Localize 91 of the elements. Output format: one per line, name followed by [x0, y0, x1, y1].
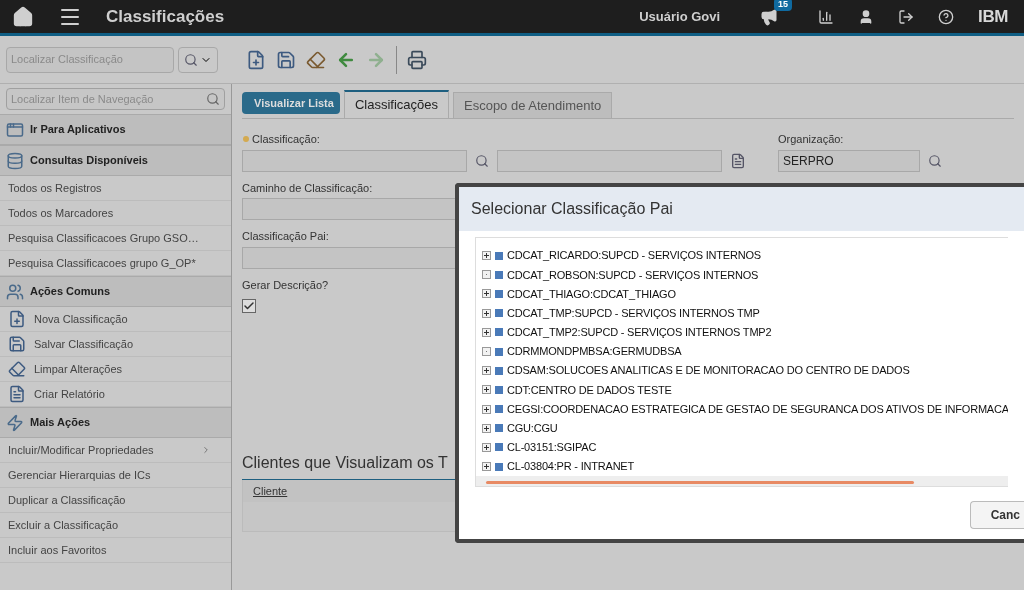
back-to-list-button[interactable]: Visualizar Lista	[242, 92, 340, 114]
printer-icon[interactable]	[407, 49, 427, 70]
page-title: Classificações	[106, 5, 225, 28]
sidebar-item[interactable]: Todos os Registros	[0, 176, 231, 201]
tree-item[interactable]: CDSAM:SOLUCOES ANALITICAS E DE MONITORACAO DO CENTRO DE DADOS	[507, 362, 910, 379]
search-dropdown[interactable]	[178, 46, 218, 73]
sidebar-item[interactable]: Nova Classificação	[0, 307, 231, 332]
folder-icon	[495, 366, 503, 375]
window-icon	[6, 120, 24, 139]
folder-icon	[495, 405, 503, 414]
folder-icon	[495, 270, 503, 279]
save-icon[interactable]	[276, 49, 296, 70]
folder-icon	[495, 443, 503, 452]
help-icon[interactable]	[938, 8, 955, 25]
search-icon[interactable]	[475, 153, 489, 168]
report-icon	[8, 385, 26, 403]
folder-icon	[495, 462, 503, 471]
tree-item[interactable]: CDCAT_TMP2:SUPCD - SERVIÇOS INTERNOS TMP2	[507, 324, 772, 341]
new-document-icon[interactable]	[246, 49, 266, 70]
sidebar-item[interactable]: Incluir/Modificar Propriedades	[0, 438, 231, 463]
search-icon	[184, 52, 198, 67]
tree-item[interactable]: CDT:CENTRO DE DADOS TESTE	[507, 381, 672, 399]
sidebar-item[interactable]: Gerenciar Hierarquias de ICs	[0, 463, 231, 488]
expand-icon[interactable]	[482, 251, 491, 261]
sidebar-item[interactable]: Salvar Classificação	[0, 332, 231, 357]
input-field[interactable]	[242, 149, 467, 172]
tree-item[interactable]: CDCAT_TMP:SUPCD - SERVIÇOS INTERNOS TMP	[507, 304, 760, 322]
eraser-icon	[8, 360, 26, 378]
required-icon	[242, 135, 250, 144]
save-icon	[8, 335, 26, 353]
chart-icon[interactable]	[818, 8, 835, 25]
expand-icon[interactable]	[482, 423, 491, 433]
field-label: Caminho de Classificação:	[242, 180, 373, 196]
megaphone-icon[interactable]	[760, 7, 779, 26]
tree-item[interactable]: CDCAT_RICARDO:SUPCD - SERVIÇOS INTERNOS	[507, 247, 761, 264]
tree-item[interactable]: CDRMMONDPMBSA:GERMUDBSA	[507, 343, 682, 360]
folder-icon	[495, 289, 503, 298]
dialog-title: Selecionar Classificação Pai	[471, 199, 673, 219]
sidebar-item[interactable]: Excluir a Classificação	[0, 513, 231, 538]
expand-icon[interactable]	[482, 385, 491, 395]
detail-menu-icon[interactable]	[730, 152, 746, 169]
scrollbar-thumb[interactable]	[486, 480, 914, 484]
folder-icon	[495, 309, 503, 318]
tab[interactable]: Classificações	[343, 90, 449, 118]
expand-icon[interactable]	[482, 289, 491, 299]
input-field[interactable]: SERPRO	[778, 149, 920, 172]
home-icon[interactable]	[12, 5, 34, 28]
input-field[interactable]	[497, 149, 722, 172]
expand-icon[interactable]	[482, 404, 491, 414]
sidebar-item[interactable]: Todos os Marcadores	[0, 201, 231, 226]
checkbox[interactable]	[242, 299, 256, 313]
column-header[interactable]: Cliente	[253, 482, 288, 500]
expand-icon[interactable]	[482, 462, 491, 472]
cancel-button[interactable]: Canc	[969, 501, 1024, 529]
lightning-icon	[6, 413, 24, 432]
search-icon	[206, 92, 220, 106]
folder-icon	[495, 385, 503, 394]
database-icon	[6, 151, 24, 170]
folder-icon	[495, 328, 503, 337]
new-document-icon	[8, 310, 26, 328]
section-header[interactable]: Consultas Disponíveis	[0, 145, 231, 176]
expand-icon[interactable]	[482, 327, 491, 337]
notification-badge: 15	[774, 0, 793, 11]
expand-icon[interactable]	[482, 308, 491, 318]
sidebar-item[interactable]: Incluir aos Favoritos	[0, 538, 231, 563]
tree-item[interactable]: CEGSI:COORDENACAO ESTRATEGICA DE GESTAO DE SEGURANCA DOS ATIVOS DE INFORMACA	[507, 400, 1008, 418]
logo: IBM	[978, 5, 1008, 28]
expand-icon[interactable]	[482, 366, 491, 376]
section-header[interactable]: Mais Ações	[0, 407, 231, 438]
expand-icon[interactable]	[482, 442, 491, 452]
field-label: Classificação Pai:	[242, 229, 329, 244]
user-name: Usuário Govi	[639, 7, 721, 26]
logout-icon[interactable]	[898, 8, 915, 25]
field-label: Organização:	[778, 132, 845, 147]
sidebar-item[interactable]: Pesquisa Classificacoes Grupo GSO…	[0, 226, 231, 251]
sidebar-item[interactable]: Limpar Alterações	[0, 357, 231, 382]
section-header[interactable]: Ir Para Aplicativos	[0, 114, 231, 145]
folder-icon	[495, 251, 503, 260]
tree-item[interactable]: CDCAT_ROBSON:SUPCD - SERVIÇOS INTERNOS	[507, 266, 759, 284]
tree-item[interactable]: CDCAT_THIAGO:CDCAT_THIAGO	[507, 285, 676, 303]
tab[interactable]: Escopo de Atendimento	[453, 92, 613, 118]
folder-icon	[495, 424, 503, 433]
field-label: Classificação:	[252, 132, 320, 147]
section-header[interactable]: Ações Comuns	[0, 276, 231, 307]
field-label: Gerar Descrição?	[242, 277, 329, 293]
folder-icon	[495, 347, 503, 356]
eraser-icon[interactable]	[306, 49, 326, 70]
tree-item[interactable]: CGU:CGU	[507, 420, 558, 437]
people-icon	[6, 282, 24, 301]
sidebar-item[interactable]: Duplicar a Classificação	[0, 488, 231, 513]
search-icon[interactable]	[928, 153, 942, 168]
